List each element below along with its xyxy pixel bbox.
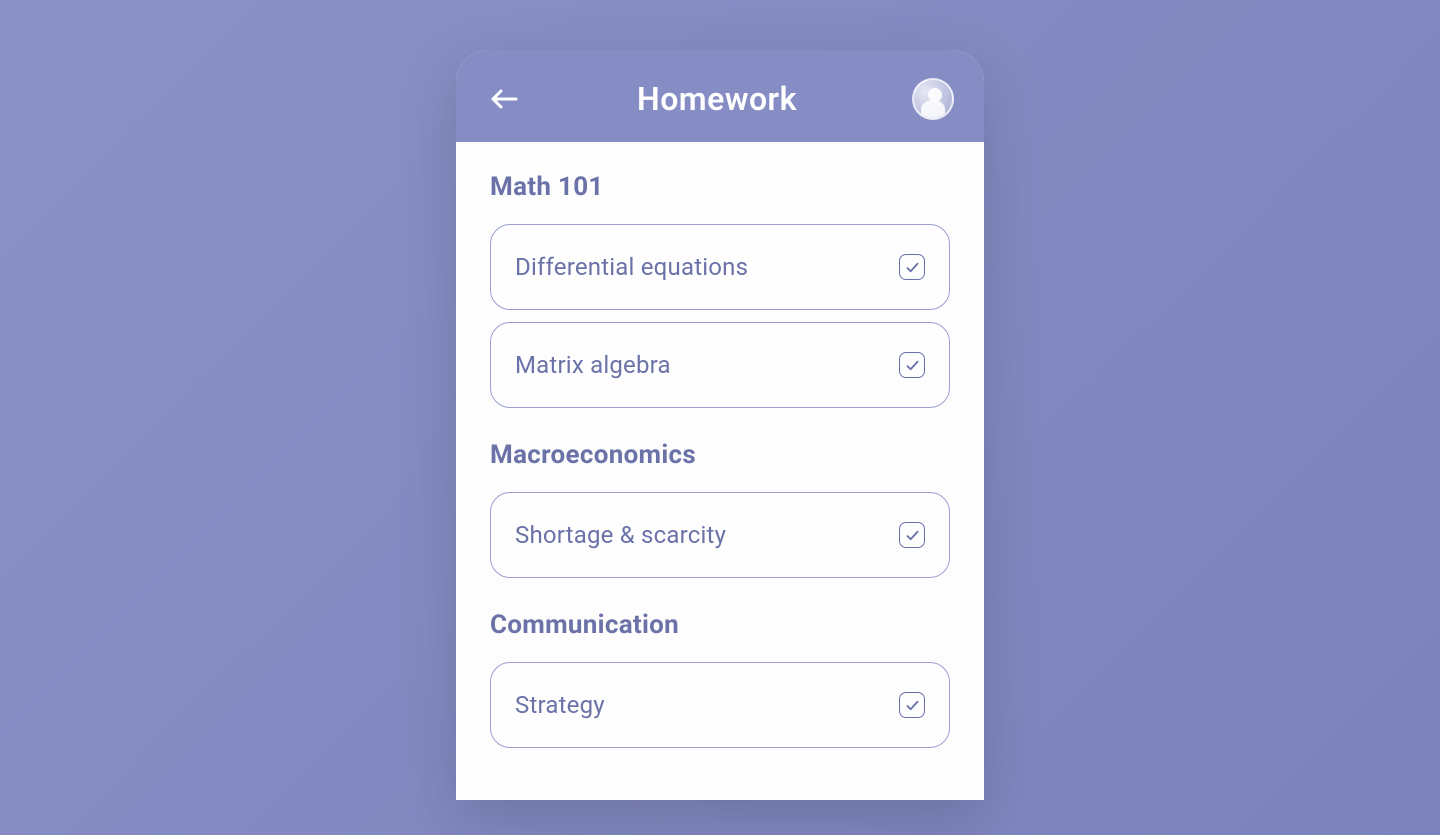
section-title: Communication bbox=[490, 610, 950, 640]
task-checkbox[interactable] bbox=[899, 522, 925, 548]
task-card[interactable]: Differential equations bbox=[490, 224, 950, 310]
content-area: Math 101 Differential equations Matrix a… bbox=[456, 142, 984, 800]
section-title: Macroeconomics bbox=[490, 440, 950, 470]
page-title: Homework bbox=[637, 80, 797, 118]
task-card[interactable]: Strategy bbox=[490, 662, 950, 748]
section-macroeconomics: Macroeconomics Shortage & scarcity bbox=[490, 440, 950, 578]
task-card[interactable]: Matrix algebra bbox=[490, 322, 950, 408]
check-icon bbox=[905, 358, 920, 373]
task-label: Shortage & scarcity bbox=[515, 521, 726, 549]
task-checkbox[interactable] bbox=[899, 692, 925, 718]
task-label: Matrix algebra bbox=[515, 351, 671, 379]
section-communication: Communication Strategy bbox=[490, 610, 950, 748]
check-icon bbox=[905, 698, 920, 713]
arrow-left-icon bbox=[490, 87, 518, 111]
task-checkbox[interactable] bbox=[899, 352, 925, 378]
section-math: Math 101 Differential equations Matrix a… bbox=[490, 172, 950, 408]
avatar[interactable] bbox=[912, 78, 954, 120]
task-label: Strategy bbox=[515, 691, 605, 719]
check-icon bbox=[905, 528, 920, 543]
section-title: Math 101 bbox=[490, 172, 950, 202]
task-label: Differential equations bbox=[515, 253, 748, 281]
task-checkbox[interactable] bbox=[899, 254, 925, 280]
app-header: Homework bbox=[456, 50, 984, 142]
back-button[interactable] bbox=[486, 81, 522, 117]
check-icon bbox=[905, 260, 920, 275]
task-card[interactable]: Shortage & scarcity bbox=[490, 492, 950, 578]
app-frame: Homework Math 101 Differential equations… bbox=[456, 50, 984, 800]
